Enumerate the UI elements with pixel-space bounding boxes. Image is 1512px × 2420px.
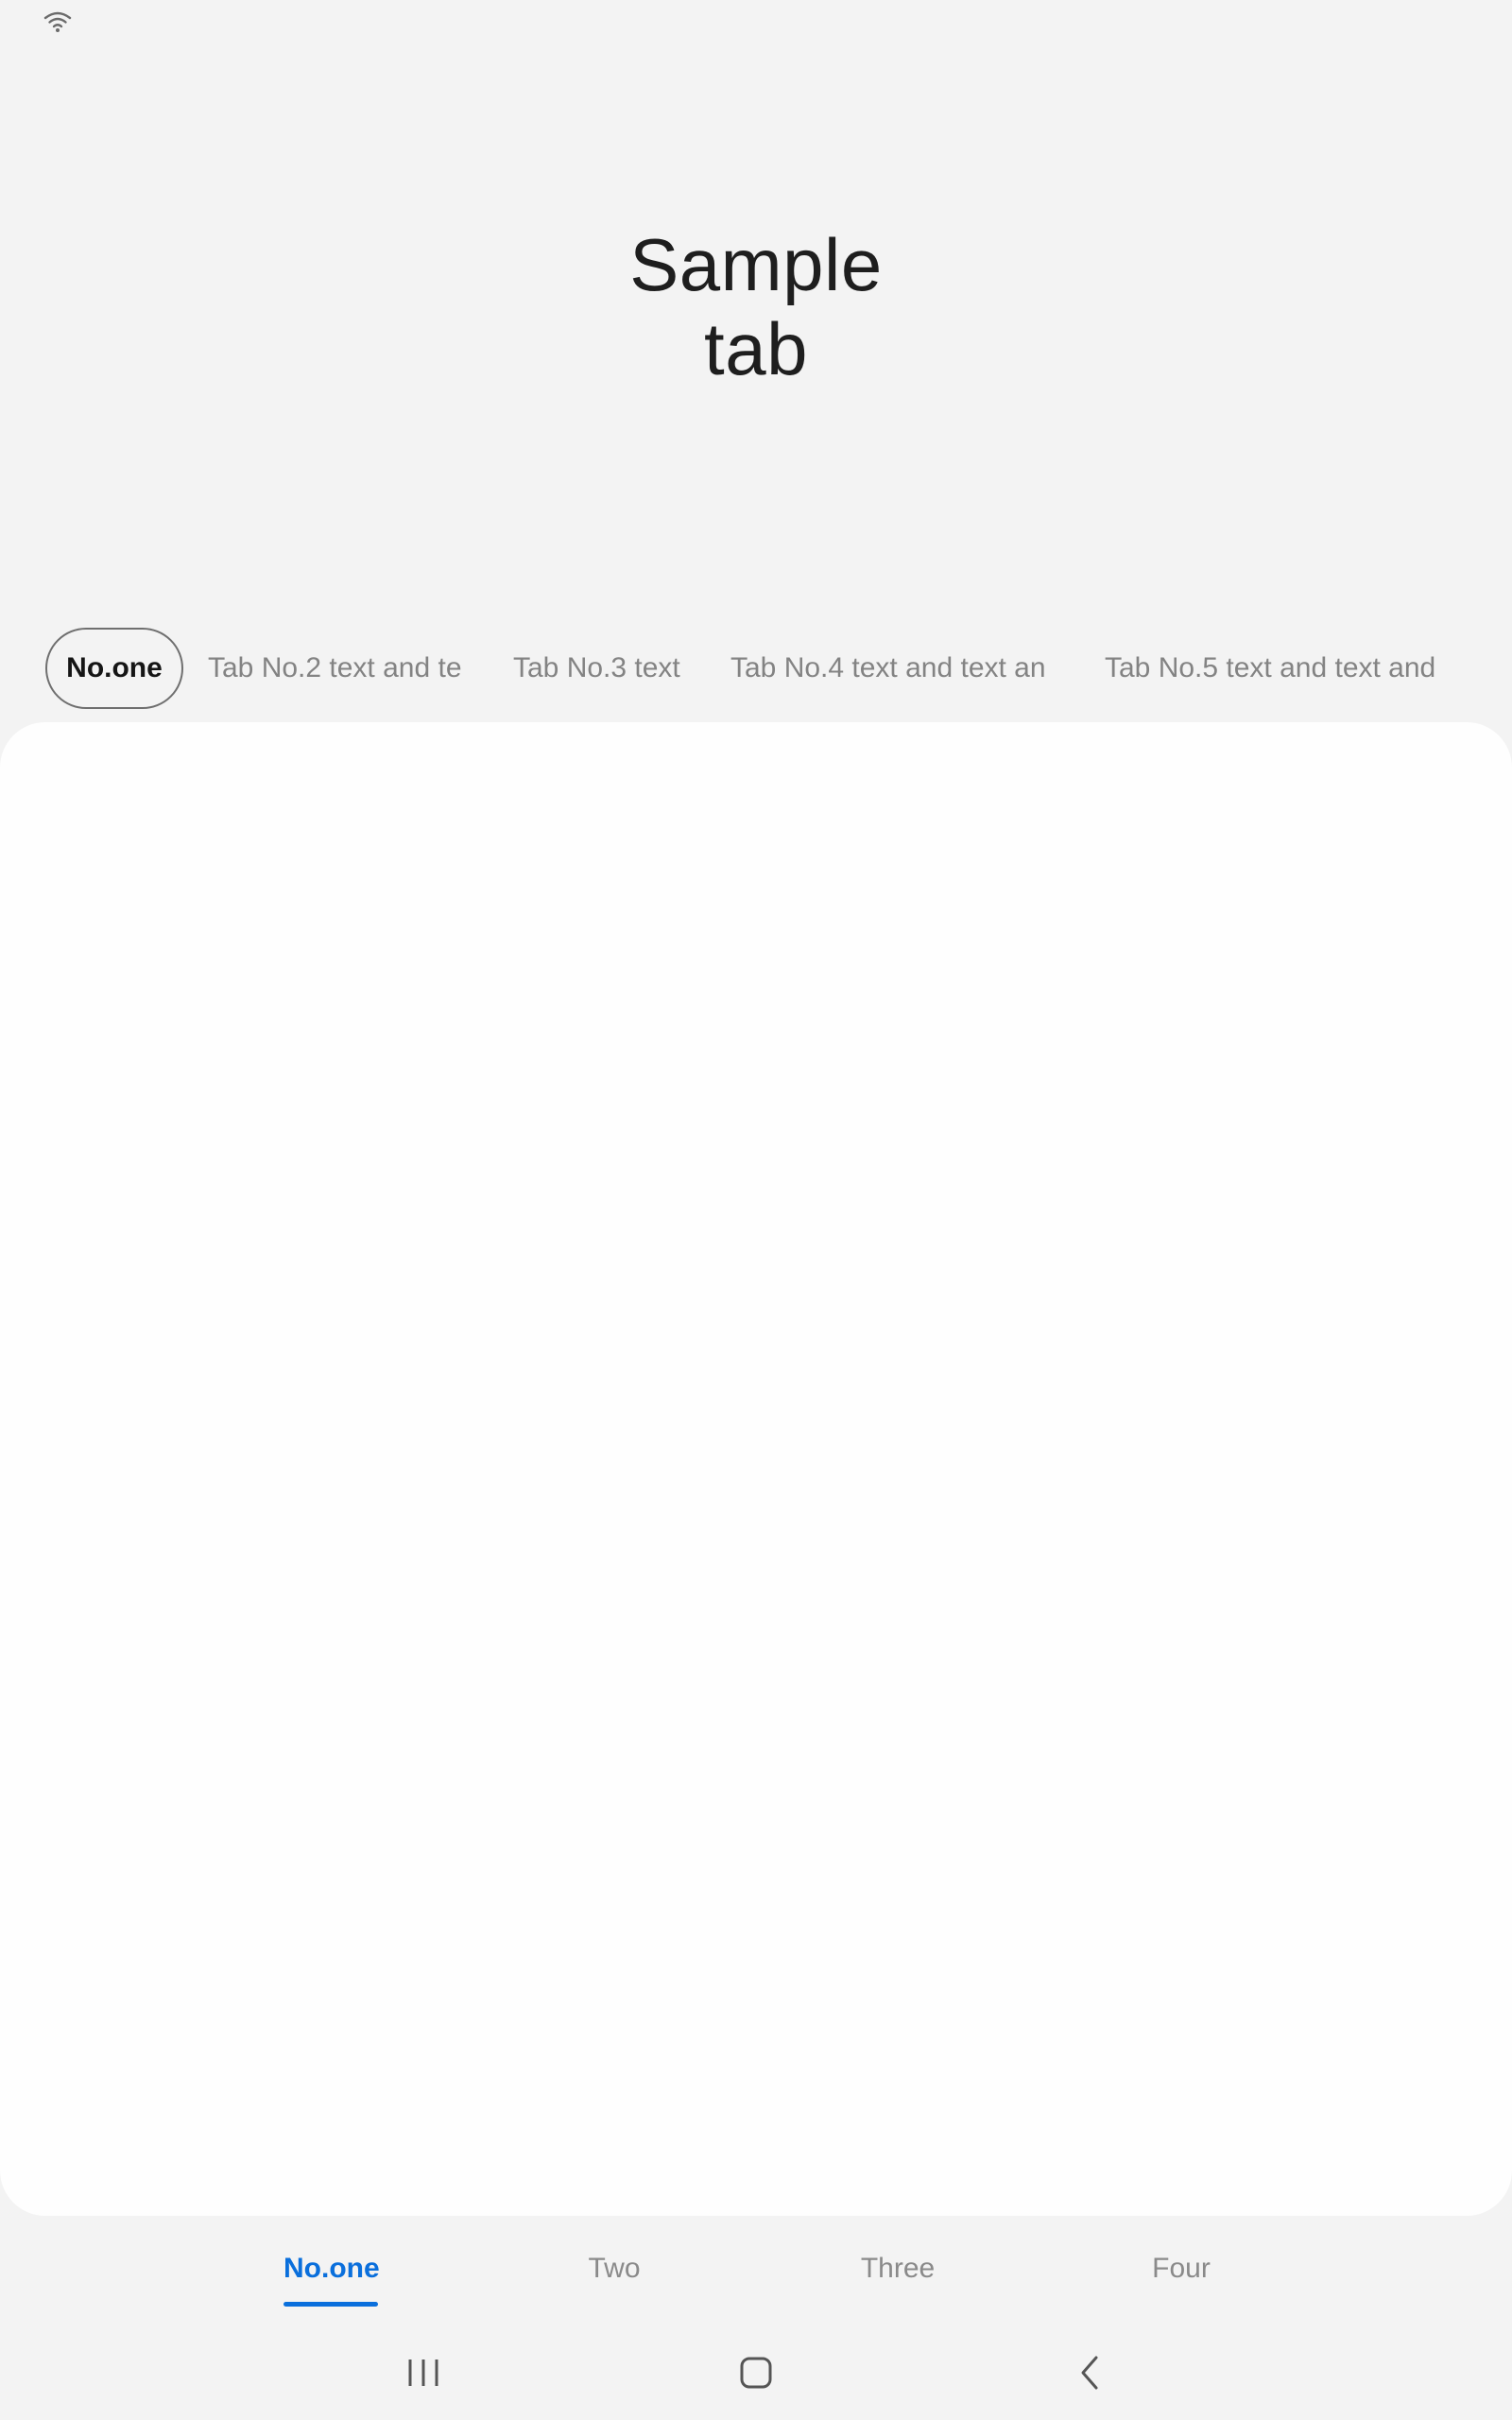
bottom-tab-four[interactable]: Four [1134,2240,1228,2297]
bottom-tab-two[interactable]: Two [567,2240,662,2297]
recent-apps-button[interactable] [386,2344,461,2403]
page-title-line-1: Sample [629,223,883,306]
home-button[interactable] [718,2344,794,2403]
content-area [0,722,1512,2216]
selected-tab-indicator [284,2302,378,2307]
page-title-line-2: tab [704,307,808,390]
tab-no-5[interactable]: Tab No.5 text and text and [1105,628,1446,709]
bottom-tab-no-one[interactable]: No.one [284,2240,380,2307]
system-navigation-bar [0,2325,1512,2420]
tab-no-4[interactable]: Tab No.4 text and text an [730,628,1048,709]
top-tab-strip: No.one Tab No.2 text and te Tab No.3 tex… [0,628,1512,709]
screen: Sample tab No.one Tab No.2 text and te T… [0,0,1512,2420]
page-title: Sample tab [0,223,1512,391]
status-bar [0,0,1512,45]
tab-no-one[interactable]: No.one [45,628,183,709]
bottom-tab-bar: No.one Two Three Four [0,2240,1512,2325]
bottom-tab-no-one-label: No.one [284,2253,380,2284]
back-button[interactable] [1051,2344,1126,2403]
wifi-icon [43,9,72,34]
bottom-tab-three[interactable]: Three [841,2240,954,2297]
tab-no-2[interactable]: Tab No.2 text and te [208,628,463,709]
tab-no-3[interactable]: Tab No.3 text [513,628,693,709]
